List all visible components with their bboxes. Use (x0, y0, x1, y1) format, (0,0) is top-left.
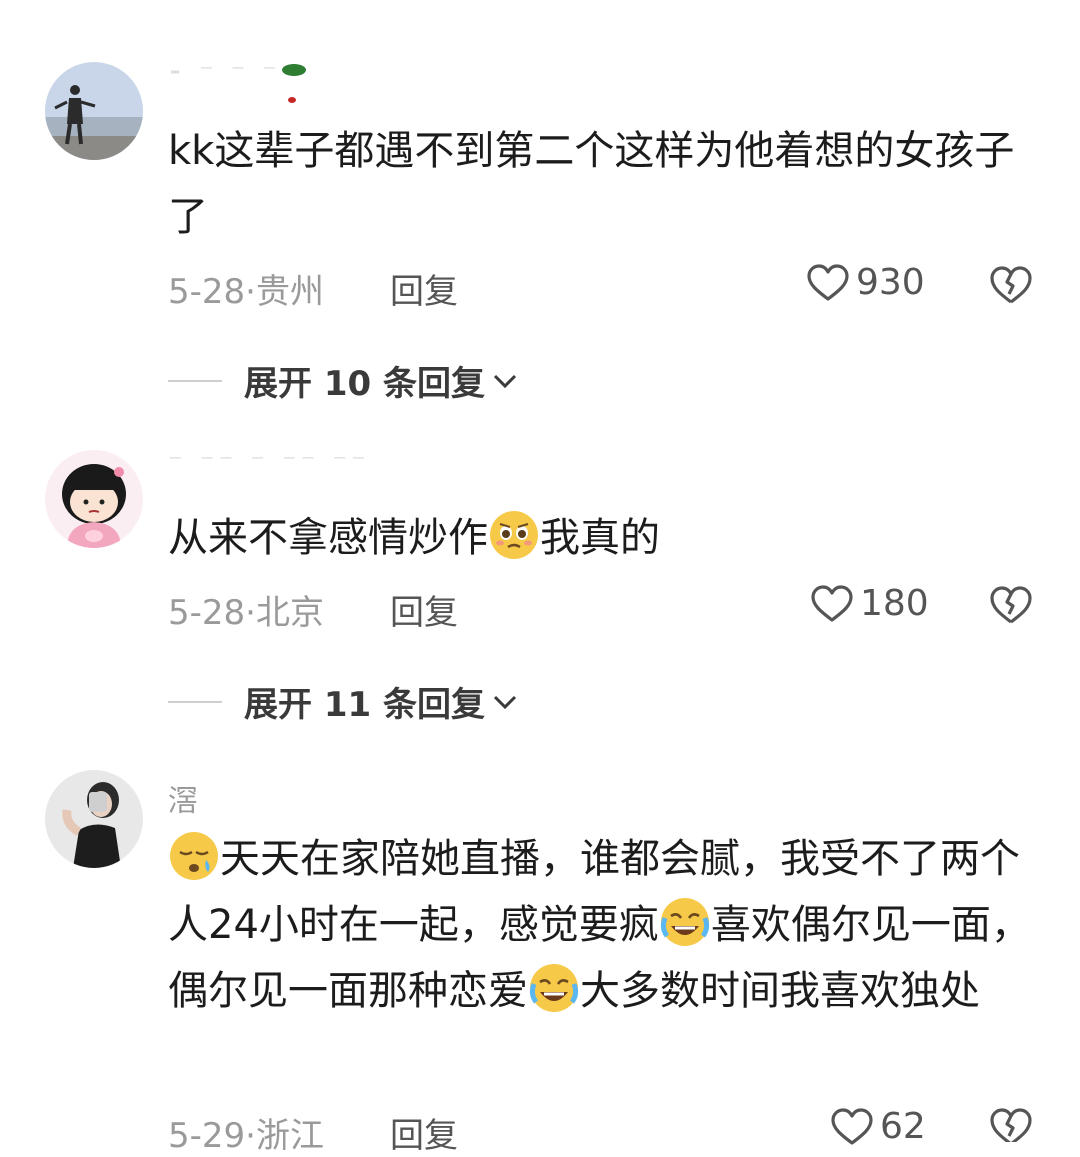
comment-text: 天天在家陪她直播，谁都会腻，我受不了两个人24小时在一起，感觉要疯 喜欢偶尔见一… (168, 826, 1048, 1024)
comment-location: 贵州 (255, 272, 324, 312)
sleepy-face-emoji (170, 832, 218, 880)
comment-location: 浙江 (255, 1116, 324, 1156)
comment-date: 5-29 (168, 1116, 246, 1156)
meta-dot: · (245, 1116, 256, 1156)
comment-text: kk这辈子都遇不到第二个这样为他着想的女孩子了 (168, 128, 1015, 240)
avatar-badge-icon (282, 64, 306, 103)
comment-text-part: 从来不拿感情炒作 (168, 515, 488, 561)
comment-text-part: 大多数时间我喜欢独处 (580, 968, 980, 1014)
avatar[interactable] (45, 770, 143, 868)
expand-replies-label: 展开 10 条回复 (244, 364, 485, 404)
broken-heart-icon[interactable] (988, 264, 1034, 306)
meta-dot: · (245, 593, 256, 633)
like-count: 62 (880, 1106, 926, 1147)
reply-button[interactable]: 回复 (390, 585, 458, 634)
like-count: 180 (860, 583, 929, 624)
comment-location: 北京 (255, 593, 324, 633)
username[interactable]: 滘 (168, 776, 202, 820)
chevron-down-icon (493, 695, 517, 709)
heart-outline-icon (831, 1107, 873, 1145)
broken-heart-icon[interactable] (988, 1106, 1034, 1142)
comment-meta: 5-28·贵州 (168, 264, 324, 313)
comment-date: 5-28 (168, 272, 246, 312)
divider (168, 379, 222, 382)
pleading-face-emoji (490, 511, 538, 559)
expand-replies-button[interactable]: 展开 11 条回复 (168, 677, 519, 726)
rolling-laughing-emoji (660, 898, 709, 946)
comment-meta: 5-29·浙江 (168, 1108, 324, 1157)
username-blurred[interactable]: ⁻ ⁻⁻ ⁻ ⁻⁻ ⁻⁻ (168, 446, 370, 479)
meta-dot: · (245, 272, 256, 312)
like-button[interactable]: 930 (806, 262, 925, 303)
comment-text: 从来不拿感情炒作 我真的 (168, 505, 1048, 571)
avatar[interactable] (45, 62, 143, 160)
expand-replies-label: 展开 11 条回复 (244, 685, 485, 725)
heart-outline-icon (807, 263, 849, 301)
username-text: 滘 (168, 784, 202, 819)
like-button[interactable]: 62 (830, 1106, 926, 1147)
divider (168, 700, 222, 703)
reply-button[interactable]: 回复 (390, 1108, 458, 1157)
heart-outline-icon (811, 584, 853, 622)
username-blurred[interactable]: ⁃ ⁻ ⁻ ⁻ (168, 56, 281, 89)
comment-date: 5-28 (168, 593, 246, 633)
reply-button[interactable]: 回复 (390, 264, 458, 313)
comment-text-part: 我真的 (540, 515, 660, 561)
broken-heart-icon[interactable] (988, 584, 1034, 626)
like-count: 930 (856, 262, 925, 303)
expand-replies-button[interactable]: 展开 10 条回复 (168, 356, 519, 405)
rolling-laughing-emoji (529, 964, 579, 1012)
avatar[interactable] (45, 450, 143, 548)
comment-meta: 5-28·北京 (168, 585, 324, 634)
like-button[interactable]: 180 (810, 583, 929, 624)
chevron-down-icon (493, 374, 517, 388)
